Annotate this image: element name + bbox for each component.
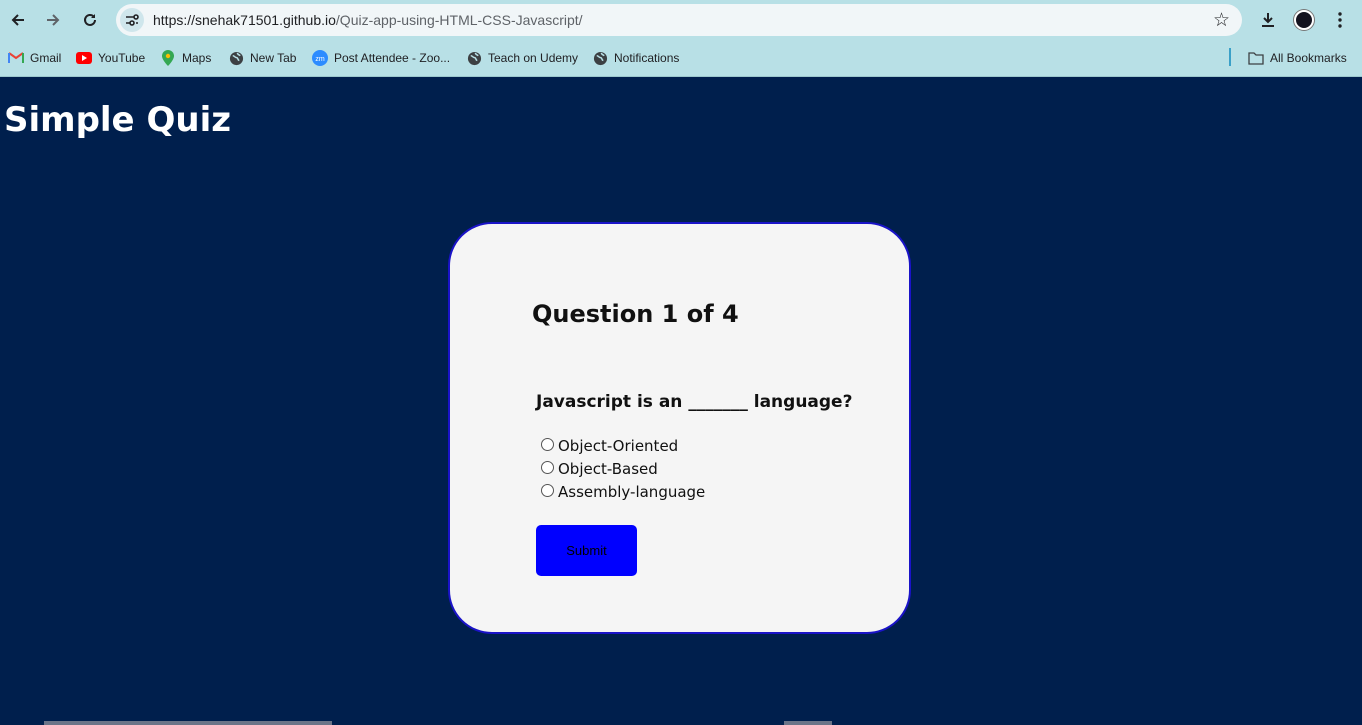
all-bookmarks-label: All Bookmarks — [1270, 51, 1347, 65]
back-arrow-icon — [11, 14, 24, 26]
youtube-icon — [76, 50, 92, 66]
zoom-icon: zm — [312, 50, 328, 66]
svg-text:zm: zm — [315, 56, 325, 63]
bookmark-youtube[interactable]: YouTube — [76, 48, 145, 68]
globe-icon — [466, 50, 482, 66]
more-vert-icon — [1338, 12, 1342, 28]
answer-options: Object-Oriented Object-Based Assembly-la… — [541, 434, 705, 503]
bookmark-label: YouTube — [98, 51, 146, 65]
radio-button[interactable] — [541, 461, 554, 474]
answer-option[interactable]: Assembly-language — [541, 480, 705, 503]
bookmark-zoom[interactable]: zm Post Attendee - Zoo... — [312, 48, 450, 68]
browser-toolbar: https://snehak71501.github.io/Quiz-app-u… — [0, 0, 1362, 40]
bookmark-maps[interactable]: Maps — [160, 48, 211, 68]
bookmark-label: Teach on Udemy — [488, 51, 579, 65]
folder-icon — [1248, 50, 1264, 66]
answer-option[interactable]: Object-Based — [541, 457, 705, 480]
answer-option[interactable]: Object-Oriented — [541, 434, 705, 457]
quiz-card: Question 1 of 4 Javascript is an _______… — [448, 222, 911, 634]
maps-icon — [160, 50, 176, 66]
bookmark-udemy[interactable]: Teach on Udemy — [466, 48, 578, 68]
bookmark-notifications[interactable]: Notifications — [592, 48, 679, 68]
bookmark-new-tab[interactable]: New Tab — [228, 48, 296, 68]
avatar — [1294, 10, 1314, 30]
menu-button[interactable] — [1328, 8, 1352, 32]
bookmark-star-icon[interactable]: ☆ — [1213, 9, 1230, 31]
horizontal-scrollbar-segment[interactable] — [784, 721, 832, 725]
download-icon — [1262, 13, 1274, 27]
radio-button[interactable] — [541, 438, 554, 451]
address-bar[interactable]: https://snehak71501.github.io/Quiz-app-u… — [116, 4, 1242, 36]
globe-icon — [228, 50, 244, 66]
answer-option-label: Object-Oriented — [558, 436, 679, 455]
bookmark-label: Notifications — [614, 51, 680, 65]
horizontal-scrollbar[interactable] — [44, 721, 332, 725]
back-button[interactable] — [5, 7, 31, 33]
url-host: https://snehak71501.github.io — [153, 12, 336, 28]
bookmarks-divider — [1229, 48, 1231, 66]
answer-option-label: Object-Based — [558, 459, 658, 478]
bookmark-label: Gmail — [30, 51, 62, 65]
url-path: /Quiz-app-using-HTML-CSS-Javascript/ — [335, 12, 583, 28]
url-text: https://snehak71501.github.io/Quiz-app-u… — [153, 12, 583, 28]
reload-button[interactable] — [77, 7, 103, 33]
bookmark-label: Maps — [182, 51, 212, 65]
forward-arrow-icon — [47, 14, 60, 26]
tune-icon — [126, 14, 139, 26]
submit-button[interactable]: Submit — [536, 525, 637, 576]
bookmark-label: Post Attendee - Zoo... — [334, 51, 451, 65]
question-counter: Question 1 of 4 — [532, 300, 739, 328]
radio-button[interactable] — [541, 484, 554, 497]
bookmark-gmail[interactable]: Gmail — [8, 48, 61, 68]
bookmarks-bar: Gmail YouTube Maps New Tab zm Post Atten… — [0, 40, 1362, 77]
forward-button[interactable] — [40, 7, 66, 33]
all-bookmarks-button[interactable]: All Bookmarks — [1248, 48, 1347, 68]
gmail-icon — [8, 50, 24, 66]
answer-option-label: Assembly-language — [558, 482, 706, 501]
globe-icon — [592, 50, 608, 66]
page-title: Simple Quiz — [4, 100, 232, 140]
profile-button[interactable] — [1292, 8, 1316, 32]
downloads-button[interactable] — [1256, 8, 1280, 32]
reload-icon — [84, 13, 96, 26]
bookmark-label: New Tab — [250, 51, 297, 65]
question-text: Javascript is an _______ language? — [536, 392, 853, 412]
site-info-button[interactable] — [120, 8, 144, 32]
